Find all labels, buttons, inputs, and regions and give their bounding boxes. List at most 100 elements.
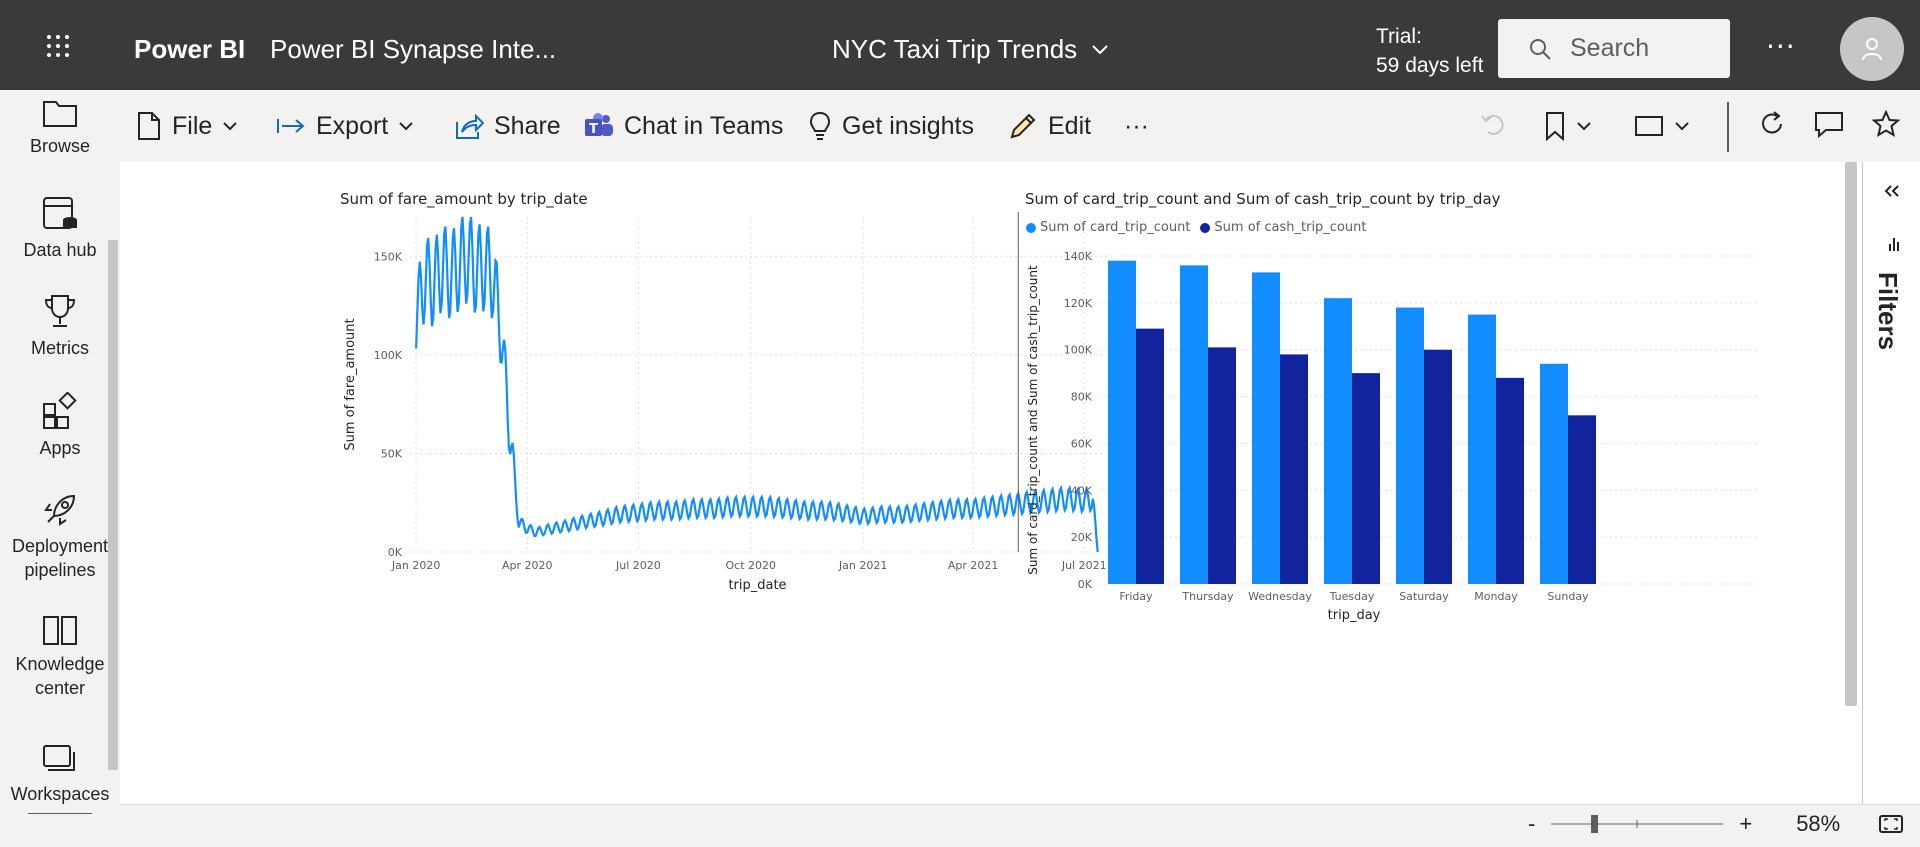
zoom-slider[interactable] xyxy=(1547,812,1727,836)
legend-marker-cash xyxy=(1200,222,1211,233)
nav-label: Data hub xyxy=(23,240,97,260)
nav-item-apps[interactable]: Apps xyxy=(0,392,120,460)
card-trip-bar xyxy=(1396,307,1424,584)
cash-trip-bar xyxy=(1496,377,1524,584)
brand-link[interactable]: Power BI xyxy=(134,34,245,65)
nav-label-line2: pipelines xyxy=(24,560,96,580)
cash-trip-bar xyxy=(1280,354,1308,584)
view-icon xyxy=(1635,116,1663,136)
get-insights-button[interactable]: Get insights xyxy=(808,108,974,144)
x-tick-label: Oct 2020 xyxy=(726,559,777,572)
x-axis-label: trip_day xyxy=(1328,608,1381,622)
chevron-down-icon xyxy=(399,122,413,131)
share-icon xyxy=(456,113,484,139)
fit-to-page-icon[interactable] xyxy=(1878,813,1904,835)
status-footer: - + 58% xyxy=(120,804,1920,847)
workspace-breadcrumb[interactable]: Power BI Synapse Inte... xyxy=(270,34,556,65)
legend-item-cash[interactable]: Sum of cash_trip_count xyxy=(1200,220,1366,235)
avatar[interactable] xyxy=(1840,17,1904,81)
nav-label: Apps xyxy=(39,438,81,458)
canvas-scrollbar[interactable] xyxy=(1845,162,1857,706)
favorite-star-icon[interactable] xyxy=(1872,110,1900,138)
y-tick-label: 20K xyxy=(1071,531,1093,544)
filters-pane: Filters xyxy=(1862,162,1920,804)
edit-button[interactable]: Edit xyxy=(1008,108,1091,144)
legend-label-cash: Sum of cash_trip_count xyxy=(1214,220,1367,235)
line-chart-title: Sum of fare_amount by trip_date xyxy=(340,190,588,208)
legend-label-card: Sum of card_trip_count xyxy=(1040,220,1191,235)
insights-label: Get insights xyxy=(842,111,975,140)
trial-days-left: 59 days left xyxy=(1376,54,1484,77)
action-bar: File Export Share T Chat in Teams Get in… xyxy=(120,90,1920,162)
search-placeholder: Search xyxy=(1570,34,1650,62)
legend-item-card[interactable]: Sum of card_trip_count xyxy=(1026,220,1190,235)
svg-text:T: T xyxy=(589,122,598,137)
card-trip-bar xyxy=(1540,363,1568,584)
export-label: Export xyxy=(316,111,389,140)
comment-icon[interactable] xyxy=(1814,110,1844,138)
refresh-icon[interactable] xyxy=(1758,110,1786,138)
app-launcher-icon[interactable] xyxy=(46,34,70,58)
report-title-dropdown[interactable]: NYC Taxi Trip Trends xyxy=(832,34,1109,65)
workspaces-icon xyxy=(43,745,75,771)
search-input[interactable]: Search xyxy=(1498,19,1730,78)
y-tick-label: 140K xyxy=(1064,250,1093,263)
nav-item-browse[interactable]: Browse xyxy=(0,96,120,158)
cash-trip-bar xyxy=(1568,415,1596,584)
y-tick-label: 120K xyxy=(1064,297,1093,310)
more-commands-button[interactable]: ··· xyxy=(1124,108,1149,144)
file-label: File xyxy=(172,111,213,140)
filter-funnel-icon xyxy=(1889,238,1899,251)
zoom-in-button[interactable]: + xyxy=(1739,811,1752,837)
zoom-control: - + 58% xyxy=(1528,811,1904,837)
bar-chart[interactable]: 0K 20K 40K 60K 80K 100K 120K 140K Friday Thursday… xyxy=(1025,242,1765,622)
collapse-chevrons-icon[interactable] xyxy=(1883,184,1901,198)
bookmark-icon xyxy=(1546,112,1564,141)
x-tick-label: Wednesday xyxy=(1248,590,1312,603)
x-tick-label: Sunday xyxy=(1547,590,1589,603)
nav-item-knowledge-center[interactable]: Knowledge center xyxy=(0,612,120,700)
data-hub-icon xyxy=(43,197,77,229)
x-tick-label: Jan 2021 xyxy=(838,559,887,572)
x-tick-label: Tuesday xyxy=(1329,590,1375,603)
bookmarks-button[interactable] xyxy=(1544,108,1592,144)
undo-icon xyxy=(1481,114,1504,135)
y-tick-label: 150K xyxy=(374,250,403,263)
cash-trip-bar xyxy=(1208,347,1236,584)
x-tick-label: Friday xyxy=(1119,590,1153,603)
nav-item-data-hub[interactable]: Data hub xyxy=(0,194,120,262)
rocket-icon xyxy=(44,494,76,526)
nav-item-workspaces[interactable]: Workspaces xyxy=(0,742,120,806)
y-tick-label: 50K xyxy=(381,447,403,460)
file-icon xyxy=(138,112,160,140)
nav-item-deployment-pipelines[interactable]: Deployment pipelines xyxy=(0,490,120,582)
card-trip-bar xyxy=(1252,272,1280,584)
zoom-out-button[interactable]: - xyxy=(1528,811,1535,837)
search-icon xyxy=(1530,38,1551,60)
export-icon xyxy=(277,119,305,133)
x-tick-label: Apr 2021 xyxy=(948,559,999,572)
file-menu-button[interactable]: File xyxy=(136,108,238,144)
nav-item-metrics[interactable]: Metrics xyxy=(0,292,120,360)
view-button[interactable] xyxy=(1634,108,1690,144)
top-bar: Power BI Power BI Synapse Inte... NYC Ta… xyxy=(0,0,1920,90)
fare-amount-series-line xyxy=(415,216,1099,553)
teams-icon: T xyxy=(585,113,613,137)
trial-status[interactable]: Trial: 59 days left xyxy=(1376,22,1483,80)
line-chart[interactable]: Jan 2020 Apr 2020 Jul 2020 Oct 2020 Jan 2021… xyxy=(340,212,1130,612)
book-icon xyxy=(43,616,77,645)
y-tick-label: 80K xyxy=(1071,391,1093,404)
y-axis-label: Sum of fare_amount xyxy=(343,318,358,450)
export-menu-button[interactable]: Export xyxy=(276,108,414,144)
filters-label[interactable]: Filters xyxy=(1872,272,1903,350)
folder-icon xyxy=(43,101,77,127)
share-button[interactable]: Share xyxy=(454,108,561,144)
cash-trip-bar xyxy=(1136,328,1164,584)
chevron-down-icon xyxy=(223,122,238,131)
sidebar-scrollbar[interactable] xyxy=(108,240,118,770)
chat-in-teams-button[interactable]: T Chat in Teams xyxy=(584,108,783,144)
x-tick-label: Apr 2020 xyxy=(502,559,553,572)
bar-chart-title: Sum of card_trip_count and Sum of cash_t… xyxy=(1025,190,1501,208)
more-options-button[interactable]: ··· xyxy=(1766,30,1796,63)
chevron-down-icon xyxy=(1092,44,1108,54)
